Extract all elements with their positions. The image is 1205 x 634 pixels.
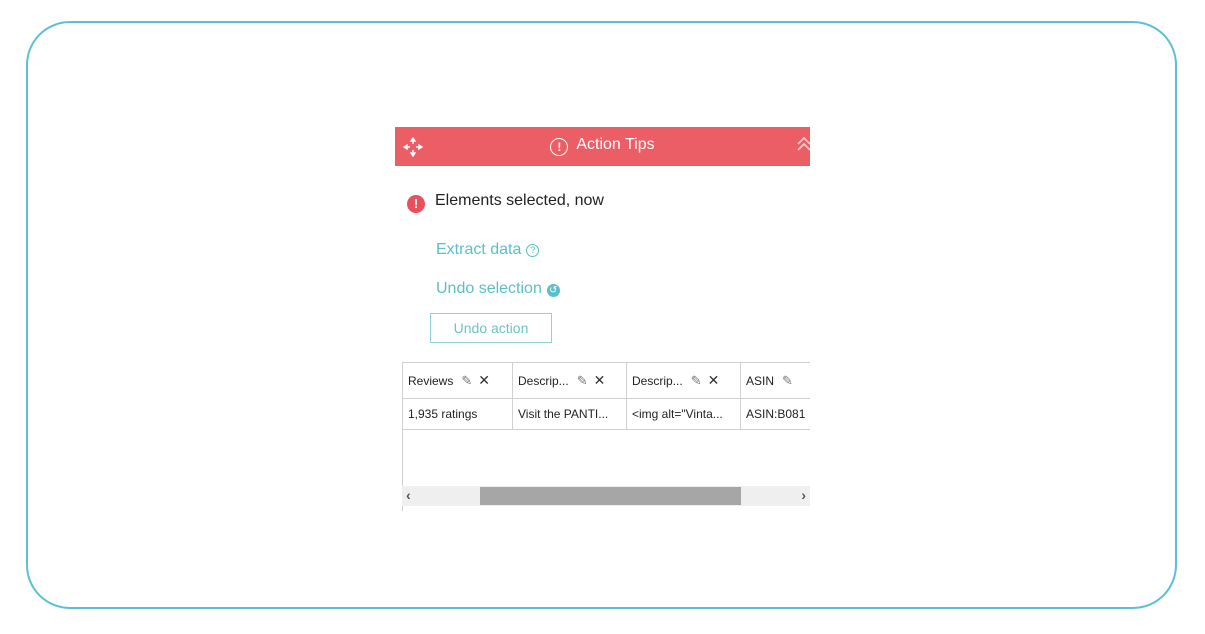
scroll-right-arrow[interactable]: › — [801, 487, 806, 503]
table-cell: ASIN:B081 — [741, 398, 810, 429]
status-message-text: Elements selected, now — [435, 192, 604, 209]
action-tips-panel: ! Action Tips ! Elements selected, now Ext… — [395, 127, 810, 517]
status-message: ! Elements selected, now — [407, 192, 604, 213]
close-icon[interactable]: ✕ — [594, 372, 606, 389]
scroll-left-arrow[interactable]: ‹ — [406, 487, 411, 503]
edit-icon[interactable]: ✎ — [782, 373, 793, 389]
undo-selection-label: Undo selection — [436, 280, 542, 297]
table-cell: 1,935 ratings — [403, 398, 513, 429]
column-header-label: Descrip... — [518, 373, 569, 388]
column-header-label: Reviews — [408, 373, 454, 388]
double-chevron-up-icon[interactable] — [796, 135, 810, 155]
horizontal-scrollbar[interactable]: ‹ › — [402, 486, 810, 506]
table-cell: Visit the PANTI... — [513, 398, 627, 429]
panel-title-text: Action Tips — [576, 136, 655, 153]
column-header-label: Descrip... — [632, 373, 683, 388]
undo-action-button[interactable]: Undo action — [430, 313, 552, 343]
scrollbar-thumb[interactable] — [479, 487, 741, 505]
exclamation-circle-icon: ! — [550, 138, 569, 156]
column-header-label: ASIN — [746, 373, 775, 388]
help-icon[interactable]: ? — [526, 244, 540, 257]
table-header-row: Reviews ✎ ✕ Descrip... ✎ ✕ Descrip... ✎ … — [403, 363, 810, 399]
column-header: Reviews ✎ ✕ — [403, 363, 513, 398]
extract-data-label: Extract data — [436, 241, 522, 258]
column-header: Descrip... ✎ ✕ — [513, 363, 627, 398]
edit-icon[interactable]: ✎ — [461, 373, 472, 389]
panel-title: ! Action Tips — [395, 127, 810, 166]
close-icon[interactable]: ✕ — [708, 372, 720, 389]
undo-selection-link[interactable]: Undo selection ↺ — [436, 280, 560, 298]
close-icon[interactable]: ✕ — [478, 372, 490, 389]
undo-icon: ↺ — [546, 284, 560, 297]
table-row: 1,935 ratings Visit the PANTI... <img al… — [403, 398, 810, 430]
table-cell: <img alt="Vinta... — [627, 398, 741, 429]
edit-icon[interactable]: ✎ — [577, 373, 588, 389]
column-header: Descrip... ✎ ✕ — [627, 363, 741, 398]
panel-header: ! Action Tips — [395, 127, 810, 166]
extract-data-link[interactable]: Extract data? — [436, 241, 540, 259]
alert-icon: ! — [407, 195, 425, 213]
column-header: ASIN ✎ — [741, 363, 810, 398]
edit-icon[interactable]: ✎ — [691, 373, 702, 389]
